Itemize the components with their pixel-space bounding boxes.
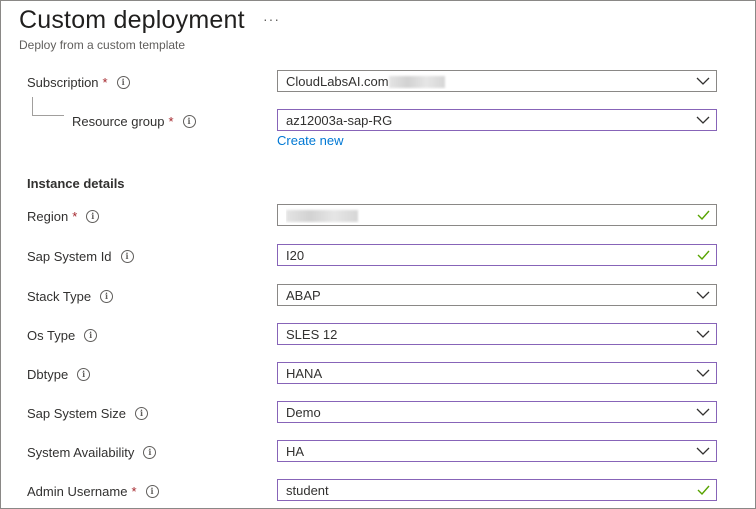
os-type-dropdown[interactable]: SLES 12 (277, 323, 717, 345)
subscription-label: Subscription (27, 74, 99, 90)
field-value: SLES 12 (286, 326, 338, 342)
required-marker: * (72, 208, 78, 224)
info-icon[interactable]: i (100, 289, 114, 303)
resource-group-label: Resource group (72, 113, 165, 129)
custom-deployment-panel: Custom deployment ··· Deploy from a cust… (0, 0, 756, 509)
field-value: student (286, 482, 329, 498)
field-label: Admin Username (27, 483, 128, 499)
resource-group-label-row: Resource group * i (72, 111, 196, 131)
chevron-down-icon (692, 441, 714, 461)
dbtype-dropdown[interactable]: HANA (277, 362, 717, 384)
subscription-label-row: Subscription * i (27, 72, 130, 92)
resource-group-dropdown[interactable]: az12003a-sap-RG (277, 109, 717, 131)
sap-system-size-label-row: Sap System Size i (27, 403, 148, 423)
required-marker: * (168, 113, 174, 129)
resource-group-value: az12003a-sap-RG (286, 112, 393, 128)
field-label: Dbtype (27, 366, 69, 382)
field-value: Demo (286, 404, 321, 420)
info-icon[interactable]: i (182, 114, 196, 128)
info-icon[interactable]: i (143, 445, 157, 459)
field-label: Sap System Size (27, 405, 126, 421)
subscription-value: CloudLabsAI.com (286, 73, 389, 89)
chevron-down-icon (692, 71, 714, 91)
field-value: HA (286, 443, 305, 459)
ellipsis-icon[interactable]: ··· (263, 11, 280, 27)
system-availability-label-row: System Availability i (27, 442, 157, 462)
info-icon[interactable]: i (120, 249, 134, 263)
field-label: System Availability (27, 444, 135, 460)
check-icon (692, 205, 714, 225)
page-title: Custom deployment (19, 6, 245, 34)
info-icon[interactable]: i (145, 484, 159, 498)
os-type-label-row: Os Type i (27, 325, 98, 345)
page-subtitle: Deploy from a custom template (19, 38, 186, 52)
field-label: Sap System Id (27, 248, 112, 264)
region-input[interactable] (277, 204, 717, 226)
check-icon (692, 245, 714, 265)
sap-system-id-label-row: Sap System Id i (27, 246, 134, 266)
chevron-down-icon (692, 285, 714, 305)
admin-username-label-row: Admin Username * i (27, 481, 159, 501)
tree-connector (32, 97, 33, 115)
info-icon[interactable]: i (84, 328, 98, 342)
field-label: Region (27, 208, 69, 224)
field-value: HANA (286, 365, 323, 381)
admin-username-input[interactable]: student (277, 479, 717, 501)
redacted-text (286, 210, 358, 223)
subscription-dropdown[interactable]: CloudLabsAI.com (277, 70, 717, 92)
field-label: Stack Type (27, 288, 92, 304)
redacted-text (388, 76, 445, 89)
info-icon[interactable]: i (86, 209, 100, 223)
stack-type-dropdown[interactable]: ABAP (277, 284, 717, 306)
field-value: I20 (286, 247, 305, 263)
required-marker: * (131, 483, 137, 499)
create-new-link[interactable]: Create new (277, 133, 343, 148)
stack-type-label-row: Stack Type i (27, 286, 114, 306)
chevron-down-icon (692, 363, 714, 383)
sap-system-id-input[interactable]: I20 (277, 244, 717, 266)
system-availability-dropdown[interactable]: HA (277, 440, 717, 462)
dbtype-label-row: Dbtype i (27, 364, 91, 384)
required-marker: * (102, 74, 108, 90)
chevron-down-icon (692, 402, 714, 422)
chevron-down-icon (692, 324, 714, 344)
info-icon[interactable]: i (135, 406, 148, 420)
info-icon[interactable]: i (77, 367, 91, 381)
section-title-instance-details: Instance details (27, 176, 125, 191)
tree-connector (32, 115, 64, 116)
sap-system-size-dropdown[interactable]: Demo (277, 401, 717, 423)
chevron-down-icon (692, 110, 714, 130)
check-icon (692, 480, 714, 500)
field-label: Os Type (27, 327, 76, 343)
region-label-row: Region * i (27, 206, 100, 226)
field-value: ABAP (286, 287, 321, 303)
info-icon[interactable]: i (116, 75, 130, 89)
